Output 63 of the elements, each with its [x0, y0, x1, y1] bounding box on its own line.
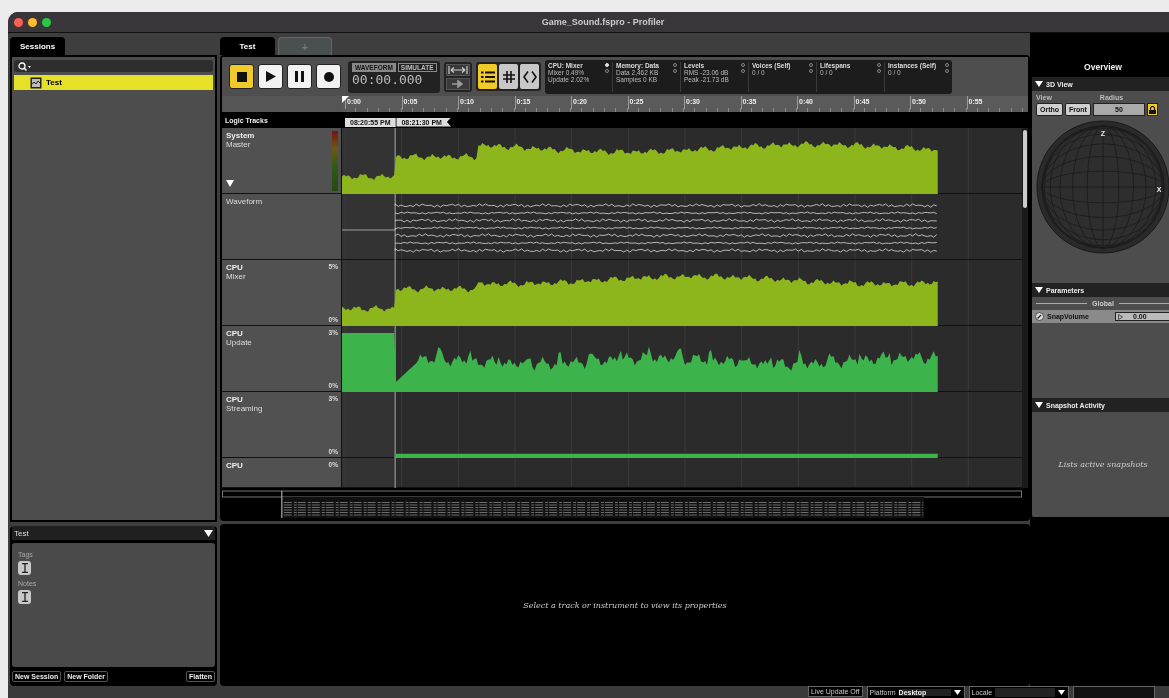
sessions-tab[interactable]: Sessions	[10, 37, 66, 55]
document-tab[interactable]: Test	[220, 37, 275, 55]
track-header[interactable]: System Master	[222, 128, 342, 194]
overview-title: Overview	[1032, 57, 1169, 77]
pause-icon	[295, 71, 304, 82]
text-cursor-button[interactable]	[18, 561, 31, 575]
collapse-triangle-icon	[204, 529, 213, 537]
follow-button[interactable]	[446, 77, 470, 90]
track-category: CPU	[226, 329, 243, 338]
status-field[interactable]	[1073, 686, 1156, 698]
track-name: Streaming	[226, 404, 263, 413]
search-field[interactable]	[14, 60, 213, 72]
grid-icon	[502, 70, 515, 83]
play-button[interactable]	[258, 64, 283, 89]
dropdown-caret-icon	[953, 690, 961, 695]
lock-button[interactable]	[1146, 103, 1158, 116]
track-category: System	[226, 131, 255, 140]
expand-triangle-icon[interactable]	[226, 180, 234, 187]
stop-button[interactable]	[229, 64, 254, 89]
track-name: Waveform	[226, 197, 263, 206]
properties-hint: Select a track or instrument to view its properties	[523, 600, 727, 610]
record-button[interactable]	[316, 64, 341, 89]
track-name: Mixer	[226, 272, 246, 281]
grid-view-button[interactable]	[499, 64, 518, 89]
window-title: Game_Sound.fspro - Profiler	[540, 17, 666, 27]
session-item[interactable]: Test	[14, 75, 213, 90]
text-cursor-icon	[20, 563, 29, 573]
track-category: CPU	[226, 263, 243, 272]
text-cursor-icon	[20, 592, 29, 602]
track-name: Update	[226, 338, 252, 347]
dropdown-caret-icon	[1058, 690, 1066, 695]
right-arrow-icon	[452, 79, 464, 88]
track-category: CPU	[226, 395, 243, 404]
fit-width-icon	[448, 65, 468, 74]
code-view-button[interactable]	[520, 64, 539, 89]
track-category: CPU	[226, 461, 243, 470]
session-icon	[30, 76, 42, 89]
list-view-button[interactable]	[478, 64, 497, 89]
play-icon	[265, 71, 276, 82]
time-readout: 00:00.000	[352, 71, 423, 88]
text-cursor-button[interactable]	[18, 590, 31, 604]
pause-button[interactable]	[287, 64, 312, 89]
timeline-overview[interactable]	[222, 490, 1024, 518]
search-icon	[18, 61, 32, 71]
close-window-button[interactable]	[14, 17, 23, 27]
play-triangle-icon	[1118, 313, 1123, 320]
fit-width-button[interactable]	[446, 63, 470, 76]
scrollbar[interactable]	[1022, 128, 1028, 488]
code-icon	[522, 70, 537, 83]
collapse-triangle-icon	[1035, 402, 1043, 408]
minimize-window-button[interactable]	[28, 17, 37, 27]
collapse-triangle-icon	[1035, 81, 1043, 87]
list-icon	[480, 70, 495, 83]
zoom-window-button[interactable]	[42, 17, 51, 27]
collapse-triangle-icon	[1035, 287, 1043, 293]
lock-icon	[1148, 105, 1156, 114]
track-header[interactable]: Waveform	[222, 194, 342, 260]
snapshots-hint: Lists active snapshots	[1058, 460, 1148, 469]
record-icon	[323, 71, 334, 82]
stop-icon	[236, 71, 247, 82]
panel-header[interactable]: Test	[12, 526, 215, 540]
track-name: Master	[226, 140, 251, 149]
parameter-icon	[1035, 312, 1044, 321]
